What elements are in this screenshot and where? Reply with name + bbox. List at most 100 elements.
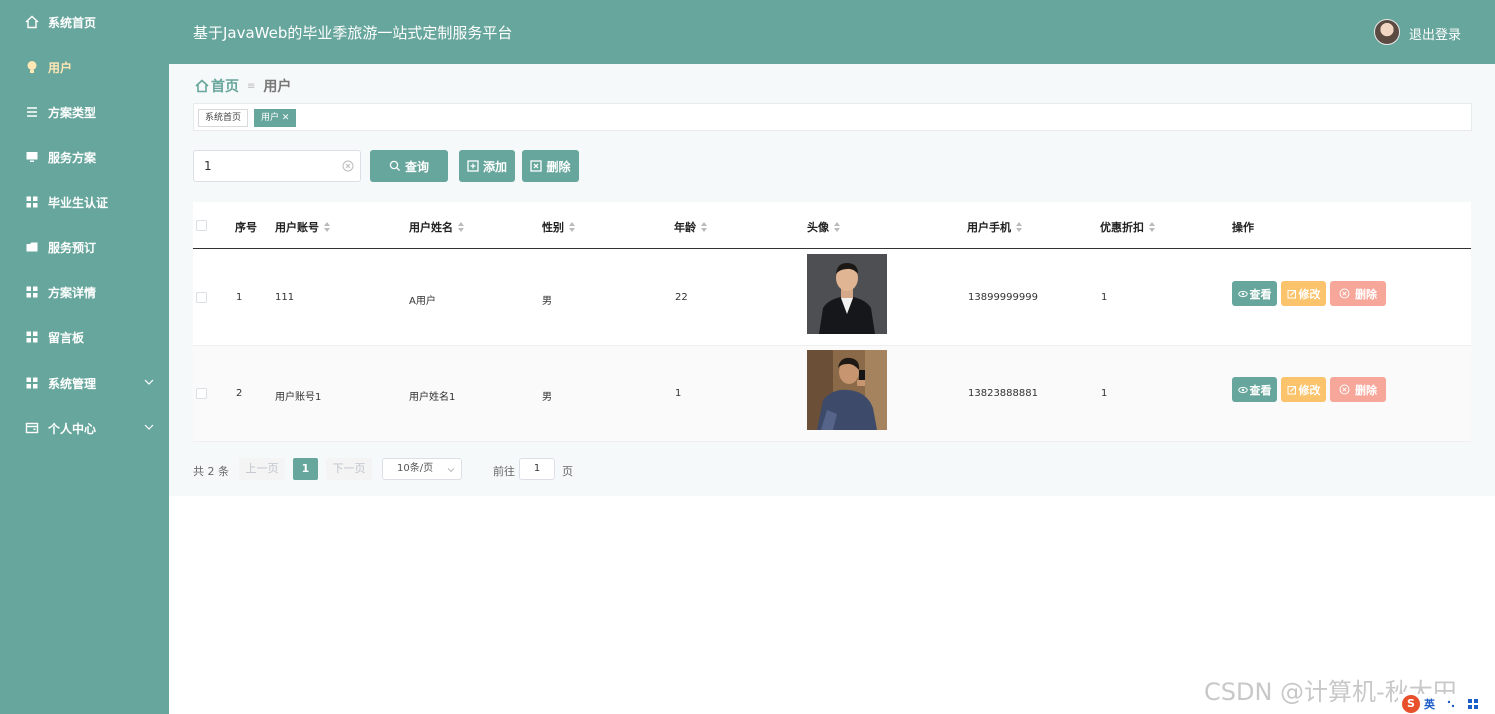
home-icon xyxy=(24,14,40,30)
cell-discount: 1 xyxy=(1101,388,1108,399)
ime-toolbar: S 英 xyxy=(1398,694,1495,714)
sort-icon[interactable] xyxy=(1016,222,1022,232)
page-size-select[interactable]: 10条/页 xyxy=(382,458,462,480)
sidebar: 系统首页 用户 方案类型 服务方案 毕业生认证 服务预订 方案详情 留言板 系统… xyxy=(0,0,169,714)
select-all-checkbox[interactable] xyxy=(196,220,207,231)
sidebar-item-personal-center[interactable]: 个人中心 xyxy=(0,406,169,450)
sort-icon[interactable] xyxy=(1149,222,1155,232)
prev-page-button[interactable]: 上一页 xyxy=(239,458,285,480)
sidebar-item-service-plan[interactable]: 服务方案 xyxy=(0,135,169,179)
header-phone-label: 用户手机 xyxy=(967,221,1011,234)
cell-gender: 男 xyxy=(542,296,552,307)
next-page-button[interactable]: 下一页 xyxy=(326,458,372,480)
grid-icon xyxy=(24,375,40,391)
table-row: 1 111 A用户 男 22 13899999999 1 查看 修改 删除 xyxy=(193,250,1471,346)
view-button-label: 查看 xyxy=(1249,383,1272,397)
sort-icon[interactable] xyxy=(834,222,840,232)
x-circle-icon xyxy=(1339,384,1350,395)
query-button-label: 查询 xyxy=(404,159,429,174)
search-input[interactable] xyxy=(193,150,361,182)
sidebar-item-label: 毕业生认证 xyxy=(48,195,109,210)
row-checkbox[interactable] xyxy=(196,292,207,303)
tags-bar: 系统首页 用户 ✕ xyxy=(193,103,1472,131)
sort-icon[interactable] xyxy=(701,222,707,232)
x-square-icon xyxy=(530,160,543,172)
header-name[interactable]: 用户姓名 xyxy=(409,219,464,235)
goto-page-input[interactable]: 1 xyxy=(519,458,555,480)
chevron-down-icon xyxy=(447,468,455,473)
clear-icon[interactable] xyxy=(341,159,355,173)
cell-gender: 男 xyxy=(542,392,552,403)
header-discount[interactable]: 优惠折扣 xyxy=(1100,219,1155,235)
delete-button[interactable]: 删除 xyxy=(1330,281,1386,306)
delete-button[interactable]: 删除 xyxy=(1330,377,1386,402)
tag-user[interactable]: 用户 ✕ xyxy=(254,109,297,127)
cell-age: 1 xyxy=(675,388,682,399)
main-content: 首页 ≡ 用户 系统首页 用户 ✕ 查询 添加 删除 序号 用户账号 用户姓名 … xyxy=(169,64,1495,496)
view-button[interactable]: 查看 xyxy=(1232,281,1277,306)
sidebar-item-home[interactable]: 系统首页 xyxy=(0,0,169,44)
sidebar-item-user[interactable]: 用户 xyxy=(0,45,169,89)
add-button[interactable]: 添加 xyxy=(459,150,515,182)
pagination-total: 共 2 条 xyxy=(193,465,229,478)
header-gender-label: 性别 xyxy=(542,221,564,234)
view-button[interactable]: 查看 xyxy=(1232,377,1277,402)
row-checkbox[interactable] xyxy=(196,388,207,399)
pagination: 共 2 条 上一页 1 下一页 10条/页 前往 1 页 xyxy=(193,458,793,482)
edit-icon xyxy=(1287,289,1296,298)
header-index: 序号 xyxy=(235,219,257,235)
app-title: 基于JavaWeb的毕业季旅游一站式定制服务平台 xyxy=(193,24,513,42)
breadcrumb-current: 用户 xyxy=(263,79,292,95)
sidebar-item-label: 方案类型 xyxy=(48,105,97,120)
sort-icon[interactable] xyxy=(569,222,575,232)
tag-home[interactable]: 系统首页 xyxy=(198,109,249,127)
x-circle-icon xyxy=(1339,288,1350,299)
cell-name: A用户 xyxy=(409,296,436,307)
delete-button-label: 删除 xyxy=(1355,383,1377,397)
chevron-down-icon xyxy=(144,424,154,430)
edit-button[interactable]: 修改 xyxy=(1281,281,1326,306)
ime-language-toggle[interactable]: 英 xyxy=(1424,696,1435,712)
sidebar-item-plan-type[interactable]: 方案类型 xyxy=(0,90,169,134)
page-number-button[interactable]: 1 xyxy=(293,458,318,480)
grid-icon xyxy=(24,194,40,210)
cell-age: 22 xyxy=(675,292,688,303)
batch-delete-button[interactable]: 删除 xyxy=(522,150,579,182)
sort-icon[interactable] xyxy=(458,222,464,232)
close-icon[interactable]: ✕ xyxy=(279,113,290,123)
avatar-photo[interactable] xyxy=(807,350,887,430)
header-gender[interactable]: 性别 xyxy=(542,219,575,235)
grid-icon xyxy=(24,329,40,345)
sidebar-item-system-manage[interactable]: 系统管理 xyxy=(0,361,169,405)
breadcrumb-home[interactable]: 首页 xyxy=(211,76,239,96)
header-phone[interactable]: 用户手机 xyxy=(967,219,1022,235)
sidebar-item-label: 系统管理 xyxy=(48,376,97,391)
query-button[interactable]: 查询 xyxy=(370,150,448,182)
folder-icon xyxy=(24,239,40,255)
grid-icon xyxy=(24,284,40,300)
edit-button[interactable]: 修改 xyxy=(1281,377,1326,402)
list-icon xyxy=(24,104,40,120)
header-actions-label: 操作 xyxy=(1232,221,1254,234)
sidebar-item-booking[interactable]: 服务预订 xyxy=(0,225,169,269)
eye-icon xyxy=(1237,290,1248,297)
sidebar-item-message-board[interactable]: 留言板 xyxy=(0,315,169,359)
sidebar-item-label: 服务方案 xyxy=(48,150,97,165)
header-avatar[interactable]: 头像 xyxy=(807,219,840,235)
sort-icon[interactable] xyxy=(324,222,330,232)
avatar-photo[interactable] xyxy=(807,254,887,334)
punctuation-icon[interactable] xyxy=(1445,699,1459,709)
cell-account: 111 xyxy=(275,292,295,303)
sidebar-item-graduate-cert[interactable]: 毕业生认证 xyxy=(0,180,169,224)
ime-logo[interactable]: S xyxy=(1402,695,1420,713)
header-age[interactable]: 年龄 xyxy=(674,219,707,235)
avatar[interactable] xyxy=(1374,19,1400,45)
header-account[interactable]: 用户账号 xyxy=(275,219,330,235)
header-account-label: 用户账号 xyxy=(275,221,319,234)
view-button-label: 查看 xyxy=(1249,287,1272,301)
logout-button[interactable]: 退出登录 xyxy=(1409,24,1461,43)
eye-icon xyxy=(1237,386,1248,393)
sidebar-item-plan-detail[interactable]: 方案详情 xyxy=(0,270,169,314)
sidebar-item-label: 用户 xyxy=(48,60,73,75)
grid-icon[interactable] xyxy=(1467,698,1479,710)
